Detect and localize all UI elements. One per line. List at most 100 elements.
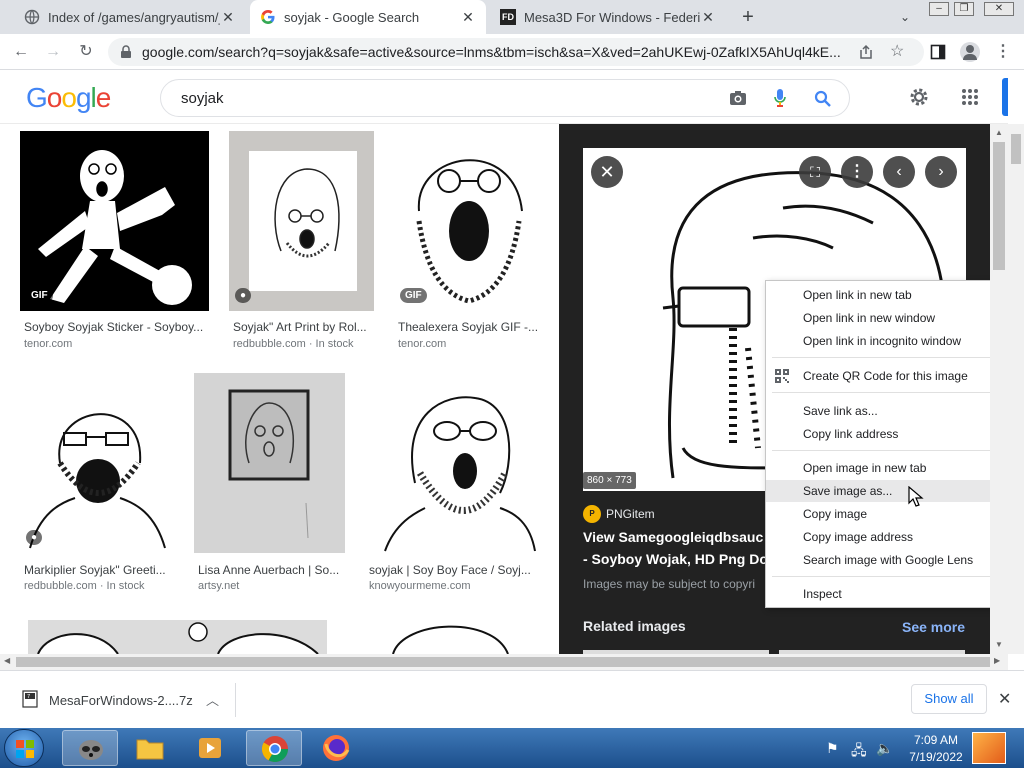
restore-window-icon[interactable]: ❐: [954, 2, 974, 16]
menu-open-image-new-tab[interactable]: Open image in new tab: [766, 457, 997, 479]
chrome-menu-icon[interactable]: ⋮: [992, 41, 1014, 63]
close-tab-icon[interactable]: ✕: [460, 9, 476, 26]
menu-copy-link-address[interactable]: Copy link address: [766, 423, 997, 445]
result-caption[interactable]: Markiplier Soyjak" Greeti...: [24, 563, 174, 577]
tab-google-search[interactable]: soyjak - Google Search ✕: [250, 0, 486, 34]
vertical-scrollbar[interactable]: ▲ ▼: [990, 124, 1008, 654]
download-filename: MesaForWindows-2....7z: [49, 693, 193, 708]
tab-index-angryautism[interactable]: Index of /games/angryautism/_v... ✕: [14, 0, 246, 34]
search-box[interactable]: soyjak: [160, 79, 850, 117]
more-options-icon[interactable]: ⋮: [841, 156, 873, 188]
download-options-chevron-icon[interactable]: ︿: [206, 690, 219, 709]
taskbar-chrome-app[interactable]: [246, 730, 302, 766]
scrollbar-thumb[interactable]: [993, 142, 1005, 270]
close-shelf-icon[interactable]: ✕: [998, 689, 1011, 709]
google-apps-grid-icon[interactable]: [961, 88, 979, 106]
network-icon[interactable]: 🖧: [851, 740, 867, 764]
settings-gear-icon[interactable]: [908, 86, 930, 108]
result-source[interactable]: tenor.com: [398, 338, 446, 350]
horizontal-scrollbar[interactable]: ◀ ▶: [0, 654, 1008, 670]
share-icon[interactable]: [858, 44, 874, 60]
address-bar[interactable]: google.com/search?q=soyjak&safe=active&s…: [108, 38, 924, 66]
result-caption[interactable]: soyjak | Soy Boy Face / Soyj...: [369, 563, 540, 577]
see-more-link[interactable]: See more: [902, 619, 965, 635]
start-button[interactable]: [4, 729, 44, 767]
camera-lens-icon[interactable]: [729, 90, 747, 106]
result-image[interactable]: GIF: [20, 131, 209, 311]
horizontal-scrollbar-thumb[interactable]: [16, 657, 990, 667]
reload-icon[interactable]: ↻: [75, 41, 97, 63]
result-image[interactable]: GIF: [394, 131, 539, 311]
result-source[interactable]: redbubble.com · In stock: [233, 338, 353, 350]
close-preview-icon[interactable]: ✕: [591, 156, 623, 188]
previous-chevron-icon[interactable]: ‹: [883, 156, 915, 188]
download-item[interactable]: 7 MesaForWindows-2....7z ︿: [12, 683, 236, 717]
result-image[interactable]: [28, 620, 327, 654]
menu-separator: [772, 357, 992, 358]
menu-open-link-incognito[interactable]: Open link in incognito window: [766, 330, 997, 352]
result-image[interactable]: [353, 615, 540, 654]
menu-copy-image-address[interactable]: Copy image address: [766, 526, 997, 548]
clock-time[interactable]: 7:09 AM: [906, 733, 966, 747]
new-tab-plus-icon[interactable]: +: [737, 6, 759, 28]
result-caption[interactable]: Soyjak" Art Print by Rol...: [233, 320, 374, 334]
result-image[interactable]: [365, 373, 540, 553]
menu-search-google-lens[interactable]: Search image with Google Lens: [766, 549, 997, 571]
menu-save-image-as[interactable]: Save image as...: [766, 480, 997, 502]
page-scrollbar[interactable]: [1008, 124, 1024, 654]
menu-create-qr-code[interactable]: Create QR Code for this image: [766, 365, 997, 387]
scroll-left-arrow-icon[interactable]: ◀: [4, 656, 10, 665]
result-source[interactable]: knowyourmeme.com: [369, 580, 470, 592]
result-source[interactable]: tenor.com: [24, 338, 72, 350]
preview-title-line2[interactable]: - Soyboy Wojak, HD Png Do: [583, 551, 783, 567]
taskbar-explorer-app[interactable]: [122, 730, 178, 766]
menu-open-link-new-window[interactable]: Open link in new window: [766, 307, 997, 329]
google-logo[interactable]: Google: [26, 82, 111, 114]
menu-open-link-new-tab[interactable]: Open link in new tab: [766, 284, 997, 306]
bookmark-star-icon[interactable]: ☆: [890, 41, 904, 61]
result-image[interactable]: [194, 373, 345, 553]
result-image[interactable]: ●: [229, 131, 374, 311]
microphone-icon[interactable]: [774, 88, 786, 108]
user-thumbnail[interactable]: [972, 732, 1006, 764]
taskbar-media-player-app[interactable]: [182, 730, 238, 766]
result-caption[interactable]: Thealexera Soyjak GIF -...: [398, 320, 539, 334]
menu-inspect[interactable]: Inspect: [766, 583, 997, 605]
tab-search-chevron-icon[interactable]: ⌄: [894, 6, 916, 28]
forward-arrow-icon[interactable]: →: [42, 41, 64, 63]
lock-icon[interactable]: [120, 45, 132, 59]
result-source[interactable]: artsy.net: [198, 580, 239, 592]
result-caption[interactable]: Lisa Anne Auerbach | So...: [198, 563, 345, 577]
profile-avatar-icon[interactable]: [960, 42, 980, 62]
action-center-flag-icon[interactable]: ⚑: [826, 740, 839, 757]
lens-search-icon[interactable]: ⛶: [799, 156, 831, 188]
source-site-name[interactable]: PNGitem: [606, 507, 655, 521]
side-panel-icon[interactable]: [930, 44, 946, 60]
scroll-down-arrow-icon[interactable]: ▼: [995, 640, 1003, 649]
preview-title-line1[interactable]: View Samegoogleiqdbsauc: [583, 529, 783, 545]
volume-speaker-icon[interactable]: 🔈: [876, 740, 893, 757]
taskbar-raccoon-app[interactable]: [62, 730, 118, 766]
search-icon[interactable]: [814, 90, 832, 108]
clock-date[interactable]: 7/19/2022: [906, 750, 966, 764]
tab-mesa3d[interactable]: FD Mesa3D For Windows - Federico ✕: [490, 0, 726, 34]
menu-copy-image[interactable]: Copy image: [766, 503, 997, 525]
menu-save-link-as[interactable]: Save link as...: [766, 400, 997, 422]
close-window-icon[interactable]: ✕: [984, 2, 1014, 16]
account-edge[interactable]: [1002, 78, 1008, 116]
page-scrollbar-thumb[interactable]: [1011, 134, 1021, 164]
close-tab-icon[interactable]: ✕: [700, 9, 716, 26]
result-caption[interactable]: Soyboy Soyjak Sticker - Soyboy...: [24, 320, 209, 334]
scroll-up-arrow-icon[interactable]: ▲: [995, 128, 1003, 137]
result-image[interactable]: ●: [20, 373, 174, 553]
scroll-right-arrow-icon[interactable]: ▶: [994, 656, 1000, 665]
close-tab-icon[interactable]: ✕: [220, 9, 236, 26]
show-all-button[interactable]: Show all: [911, 684, 987, 714]
next-chevron-icon[interactable]: ›: [925, 156, 957, 188]
taskbar-firefox-app[interactable]: [308, 730, 364, 766]
minimize-window-icon[interactable]: –: [929, 2, 949, 16]
result-source[interactable]: redbubble.com · In stock: [24, 580, 144, 592]
search-input[interactable]: soyjak: [181, 90, 224, 107]
download-shelf: 7 MesaForWindows-2....7z ︿ Show all ✕: [0, 670, 1024, 728]
back-arrow-icon[interactable]: ←: [10, 41, 32, 63]
